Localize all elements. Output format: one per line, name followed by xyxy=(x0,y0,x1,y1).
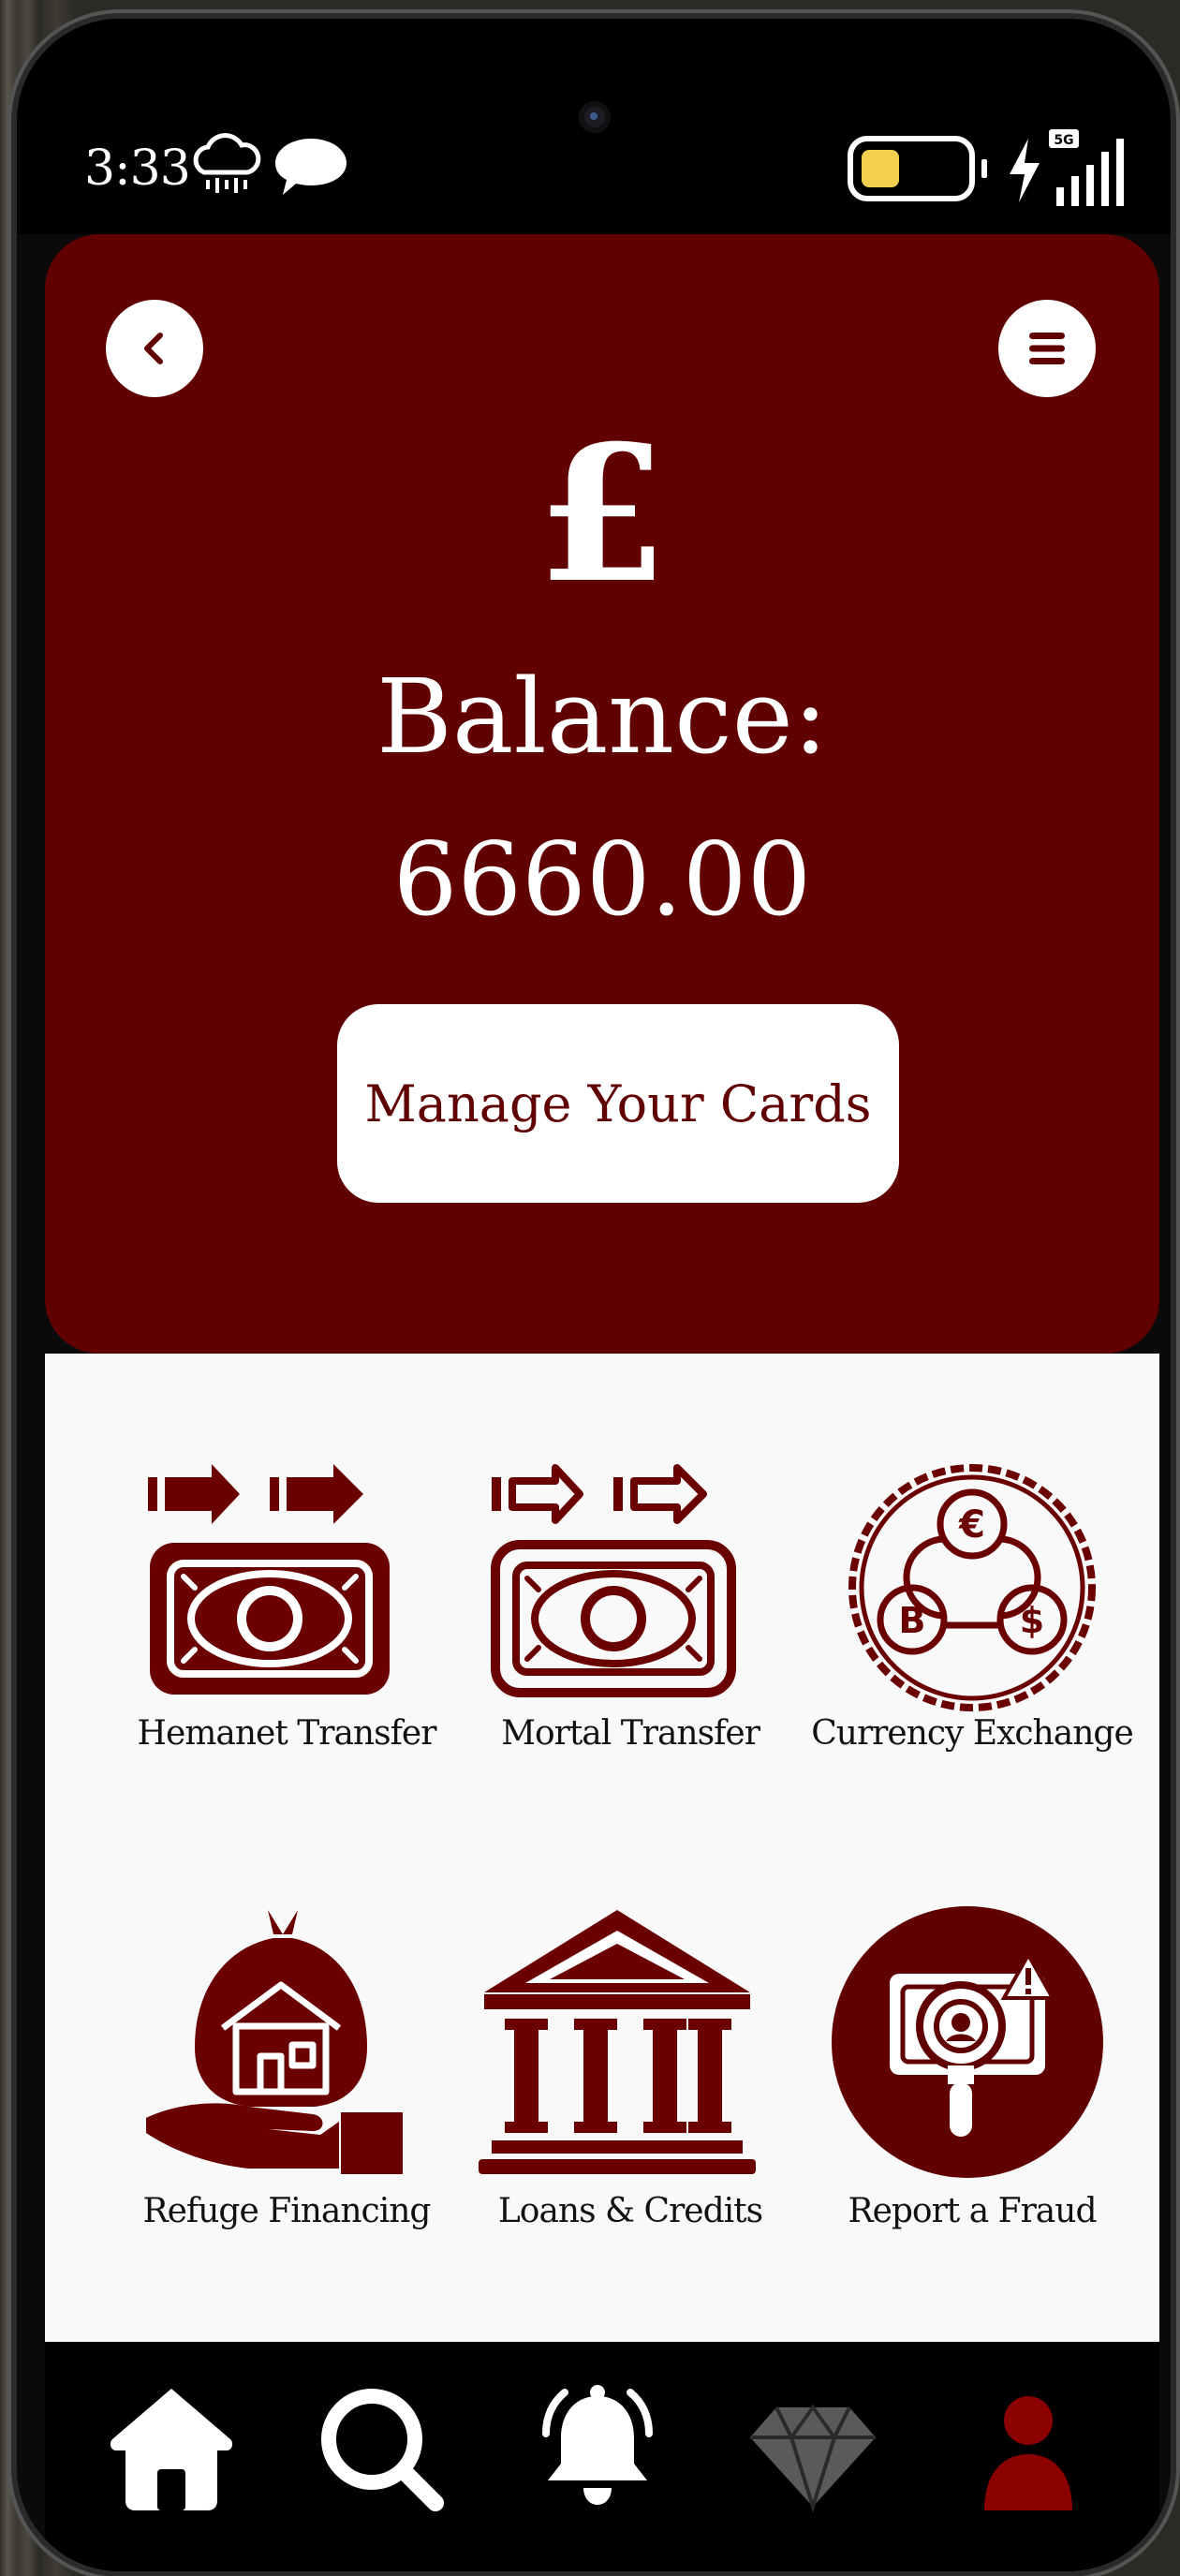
phone-frame: 3:33 5G £ Balance: 6660.00 Manage Your C… xyxy=(17,19,1171,2571)
services-grid: Hemanet Transfer Mortal Transfer € B $ C… xyxy=(45,1354,1159,2342)
service-currency-exchange[interactable]: € B $ Currency Exchange xyxy=(804,1457,1141,1813)
bank-icon xyxy=(479,1910,756,2174)
service-label: Refuge Financing xyxy=(142,2192,432,2230)
service-report-fraud[interactable]: Report a Fraud xyxy=(804,1906,1141,2262)
diamond-icon xyxy=(750,2404,876,2513)
search-icon xyxy=(321,2389,444,2511)
status-time: 3:33 xyxy=(84,141,191,197)
charging-bolt-icon xyxy=(1010,139,1040,202)
service-hemanet-transfer[interactable]: Hemanet Transfer xyxy=(118,1457,455,1813)
back-button[interactable] xyxy=(106,300,203,397)
balance-label: Balance: xyxy=(376,657,828,777)
nav-profile[interactable] xyxy=(958,2379,1099,2520)
front-camera xyxy=(579,101,611,133)
profile-icon xyxy=(984,2396,1072,2510)
balance-value: 6660.00 xyxy=(392,822,812,939)
service-loans-credits[interactable]: Loans & Credits xyxy=(462,1906,799,2262)
nav-premium[interactable] xyxy=(743,2379,883,2520)
service-label: Currency Exchange xyxy=(811,1714,1134,1753)
currency-exchange-icon: € B $ xyxy=(848,1464,1096,1711)
service-label: Loans & Credits xyxy=(497,2192,763,2230)
service-label: Report a Fraud xyxy=(848,2192,1097,2230)
network-5g-text: 5G xyxy=(1054,133,1073,148)
house-financing-icon xyxy=(146,1910,403,2174)
home-icon xyxy=(110,2389,233,2510)
svg-text:B: B xyxy=(899,1600,926,1641)
chevron-left-icon xyxy=(144,333,163,364)
bottom-nav xyxy=(45,2342,1159,2571)
battery-icon xyxy=(848,136,987,201)
nav-home[interactable] xyxy=(101,2379,242,2520)
service-refuge-financing[interactable]: Refuge Financing xyxy=(118,1906,455,2262)
signal-5g-icon: 5G xyxy=(1049,129,1124,206)
menu-button[interactable] xyxy=(998,300,1096,397)
svg-text:$: $ xyxy=(1020,1600,1044,1641)
service-label: Mortal Transfer xyxy=(501,1714,760,1753)
chat-bubble-icon xyxy=(275,139,347,195)
bell-icon xyxy=(542,2385,653,2505)
nav-search[interactable] xyxy=(312,2379,452,2520)
service-label: Hemanet Transfer xyxy=(137,1714,437,1753)
nav-notifications[interactable] xyxy=(527,2379,668,2520)
balance-card: £ Balance: 6660.00 Manage Your Cards xyxy=(45,234,1159,1354)
money-transfer-solid-icon xyxy=(148,1464,390,1695)
hamburger-menu-icon xyxy=(1029,333,1065,364)
money-transfer-outline-icon xyxy=(491,1464,736,1697)
svg-text:€: € xyxy=(958,1503,985,1547)
currency-symbol: £ xyxy=(537,405,668,625)
service-mortal-transfer[interactable]: Mortal Transfer xyxy=(462,1457,799,1813)
manage-cards-button[interactable]: Manage Your Cards xyxy=(337,1004,899,1203)
rain-cloud-icon xyxy=(193,133,261,193)
fraud-report-icon xyxy=(832,1906,1103,2178)
